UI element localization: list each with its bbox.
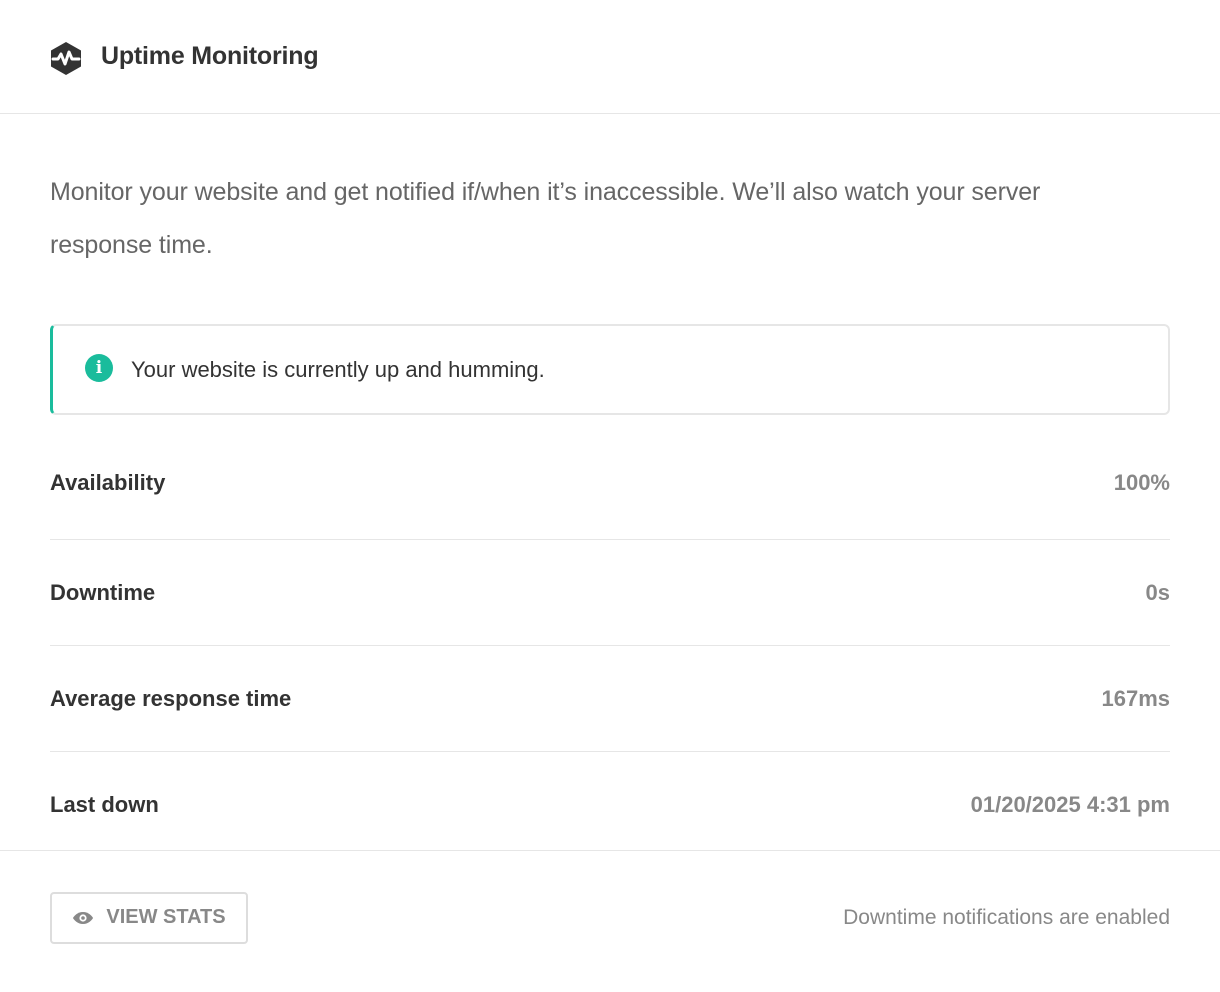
uptime-monitoring-card: Uptime Monitoring Monitor your website a… (0, 0, 1220, 992)
card-header: Uptime Monitoring (0, 0, 1220, 114)
stat-label: Downtime (50, 579, 156, 605)
stats-list: Availability 100% Downtime 0s Average re… (50, 447, 1170, 858)
status-notice-text: Your website is currently up and humming… (131, 356, 545, 382)
uptime-logo-icon (50, 41, 82, 75)
info-icon: i (85, 353, 113, 382)
stat-value: 01/20/2025 4:31 pm (970, 792, 1170, 817)
stat-value: 0s (1145, 579, 1170, 605)
stat-label: Average response time (50, 685, 292, 711)
card-footer: VIEW STATS Downtime notifications are en… (0, 850, 1220, 992)
stat-label: Last down (50, 792, 159, 817)
stat-label: Availability (50, 470, 166, 495)
card-body: Monitor your website and get notified if… (0, 166, 1220, 858)
view-stats-button[interactable]: VIEW STATS (50, 891, 248, 944)
module-description: Monitor your website and get notified if… (50, 178, 1041, 259)
eye-icon (72, 911, 94, 925)
notifications-status-text: Downtime notifications are enabled (843, 905, 1170, 929)
stat-row-availability: Availability 100% (50, 447, 1170, 540)
page-title: Uptime Monitoring (101, 42, 319, 70)
stat-row-last-down: Last down 01/20/2025 4:31 pm (50, 752, 1170, 858)
stat-row-downtime: Downtime 0s (50, 540, 1170, 646)
stat-value: 167ms (1101, 685, 1170, 711)
status-notice: i Your website is currently up and hummi… (50, 324, 1170, 415)
stat-value: 100% (1113, 470, 1170, 495)
stat-row-average-response-time: Average response time 167ms (50, 646, 1170, 752)
view-stats-label: VIEW STATS (106, 906, 226, 928)
